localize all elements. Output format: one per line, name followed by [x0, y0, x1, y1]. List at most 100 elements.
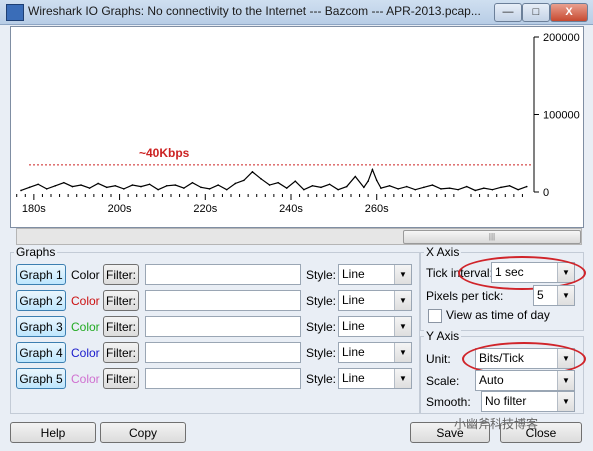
data-point	[114, 185, 117, 187]
graph-1-style-select[interactable]: Line ▼	[338, 264, 412, 285]
data-point	[268, 184, 271, 186]
graph-3-button[interactable]: Graph 3	[16, 316, 66, 337]
data-point	[525, 185, 528, 188]
data-point	[200, 186, 202, 189]
smooth-label: Smooth:	[426, 395, 471, 409]
minimize-button[interactable]: —	[494, 3, 522, 22]
graph-4-filter-button[interactable]: Filter:	[103, 342, 139, 363]
graph-5-button[interactable]: Graph 5	[16, 368, 66, 389]
data-point	[165, 185, 168, 187]
chevron-down-icon[interactable]: ▼	[394, 317, 411, 336]
data-point	[80, 184, 82, 186]
graph-5-filter-button[interactable]: Filter:	[103, 368, 139, 389]
graph-1-color-label[interactable]: Color	[71, 268, 100, 282]
graph-2-button[interactable]: Graph 2	[16, 290, 66, 311]
data-point	[140, 185, 142, 188]
series-line-1	[20, 167, 527, 192]
graph-5-style-label: Style:	[306, 372, 337, 386]
data-point	[208, 188, 211, 190]
graph-2-color-label[interactable]: Color	[71, 294, 100, 308]
x-tick-label: 220s	[193, 203, 217, 215]
scale-select[interactable]: Auto ▼	[475, 370, 575, 391]
smooth-select[interactable]: No filter ▼	[481, 391, 575, 412]
data-point	[63, 181, 65, 184]
graph-5-filter-input[interactable]	[145, 368, 301, 389]
pixels-per-tick-select[interactable]: 5 ▼	[533, 285, 575, 306]
data-point	[260, 178, 262, 180]
io-graph-chart: 200000 100000 0 180s 200s 220s 240s 260s ~40Kbps	[16, 32, 580, 215]
graph-2-filter-input[interactable]	[145, 290, 301, 311]
data-point	[375, 179, 378, 182]
graph-3-style-label: Style:	[306, 320, 337, 334]
maximize-button[interactable]: □	[522, 3, 550, 22]
data-point	[105, 186, 108, 189]
data-point	[363, 186, 365, 189]
chevron-down-icon[interactable]: ▼	[394, 369, 411, 388]
data-point	[397, 188, 399, 190]
graph-2-style-label: Style:	[306, 294, 337, 308]
chevron-down-icon[interactable]: ▼	[557, 392, 574, 411]
data-point	[440, 188, 442, 190]
data-point	[337, 188, 339, 191]
chevron-down-icon[interactable]: ▼	[394, 265, 411, 284]
annotation-label: ~40Kbps	[139, 146, 190, 160]
unit-label: Unit:	[426, 352, 451, 366]
graph-3-color-label[interactable]: Color	[71, 320, 100, 334]
data-point	[217, 184, 219, 186]
data-point	[367, 180, 369, 182]
wireshark-app-icon	[6, 4, 24, 21]
graph-1-filter-input[interactable]	[145, 264, 301, 285]
y-tick-label: 100000	[543, 110, 580, 122]
x-tick-label: 180s	[22, 203, 46, 215]
data-point	[148, 183, 151, 186]
data-point	[157, 188, 159, 191]
data-point	[183, 187, 185, 189]
graph-3-filter-button[interactable]: Filter:	[103, 316, 139, 337]
title-bar: Wireshark IO Graphs: No connectivity to …	[0, 0, 593, 25]
data-point	[191, 181, 194, 184]
chevron-down-icon[interactable]: ▼	[557, 371, 574, 390]
graph-2-filter-button[interactable]: Filter:	[103, 290, 139, 311]
copy-button[interactable]: Copy	[100, 422, 186, 443]
graph-4-color-label[interactable]: Color	[71, 346, 100, 360]
graph-3-style-select[interactable]: Line ▼	[338, 316, 412, 337]
data-point	[71, 185, 74, 188]
graph-4-style-label: Style:	[306, 346, 337, 360]
data-point	[131, 184, 134, 186]
x-tick-label: 260s	[365, 203, 389, 215]
chevron-down-icon[interactable]: ▼	[394, 343, 411, 362]
scrollbar-thumb[interactable]: |||	[403, 230, 581, 244]
data-point	[243, 179, 245, 182]
graph-4-filter-input[interactable]	[145, 342, 301, 363]
close-window-button[interactable]: X	[550, 3, 588, 22]
graph-2-style-select[interactable]: Line ▼	[338, 290, 412, 311]
graph-4-style-select[interactable]: Line ▼	[338, 342, 412, 363]
chevron-down-icon[interactable]: ▼	[394, 291, 411, 310]
graph-5-style-select[interactable]: Line ▼	[338, 368, 412, 389]
x-tick-label: 240s	[279, 203, 303, 215]
graph-1-button[interactable]: Graph 1	[16, 264, 66, 285]
scale-label: Scale:	[426, 374, 460, 388]
graph-3-style-value: Line	[342, 319, 365, 333]
graph-1-filter-button[interactable]: Filter:	[103, 264, 139, 285]
data-point	[500, 186, 502, 189]
graph-5-color-label[interactable]: Color	[71, 372, 100, 386]
data-point	[37, 183, 39, 186]
graph-4-button[interactable]: Graph 4	[16, 342, 66, 363]
help-button[interactable]: Help	[10, 422, 96, 443]
chevron-down-icon[interactable]: ▼	[557, 286, 574, 305]
data-point	[285, 187, 288, 189]
data-point	[414, 188, 417, 191]
io-graph-canvas[interactable]: 200000 100000 0 180s 200s 220s 240s 260s ~40Kbps	[10, 26, 584, 228]
data-point	[431, 184, 434, 186]
scale-value: Auto	[479, 373, 504, 387]
data-point	[423, 186, 425, 189]
graphs-group-label: Graphs	[14, 245, 58, 259]
view-as-time-checkbox[interactable]	[428, 309, 442, 323]
data-point	[123, 188, 125, 190]
graph-3-filter-input[interactable]	[145, 316, 301, 337]
y-tick-label: 200000	[543, 32, 580, 44]
graph-5-style-value: Line	[342, 371, 365, 385]
smooth-value: No filter	[485, 394, 527, 408]
graph-horizontal-scrollbar[interactable]: |||	[16, 228, 582, 245]
